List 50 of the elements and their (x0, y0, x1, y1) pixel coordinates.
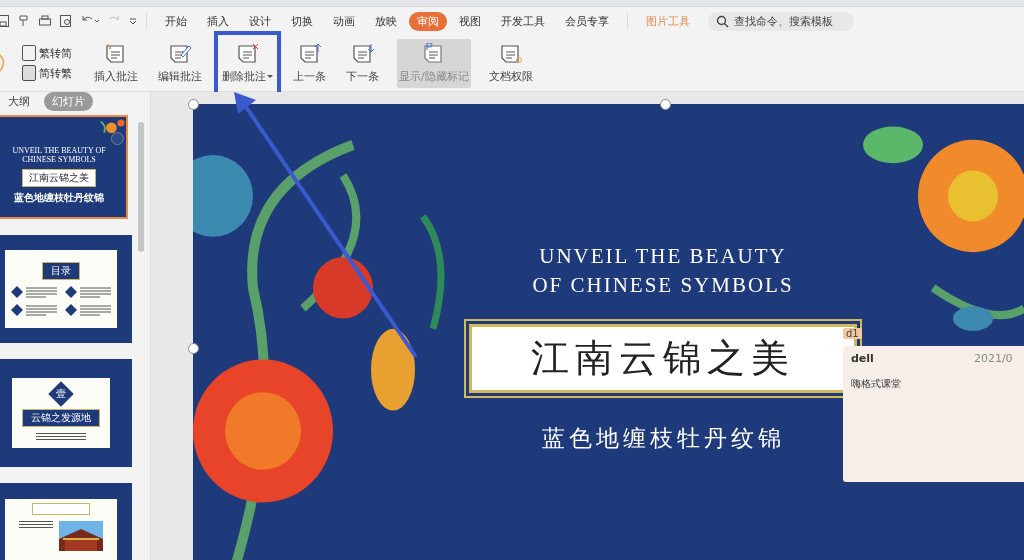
scrollbar[interactable] (138, 122, 144, 252)
menu-tab[interactable]: 视图 (451, 11, 489, 31)
resize-handle[interactable] (188, 343, 199, 354)
thumbnail-title: 云锦之发源地 (22, 409, 100, 427)
print-icon[interactable] (38, 14, 52, 28)
slide-thumbnail[interactable]: UNVEIL THE BEAUTY OF CHINESE SYMBOLS 江南云锦之美 蓝色地缠枝牡丹纹锦 (0, 115, 128, 219)
ribbon-button[interactable]: 下一条 (344, 38, 381, 88)
contents-entry-drawing (11, 304, 57, 316)
ribbon-button[interactable]: 上一条 (291, 38, 328, 88)
print-preview-icon[interactable] (59, 14, 73, 28)
slide-subtitle: 蓝色地缠枝牡丹纹锦 (541, 424, 785, 453)
ribbon-button[interactable]: 文档权限 (486, 38, 535, 88)
resize-handle[interactable] (660, 99, 671, 110)
customize-caret-icon[interactable] (128, 16, 138, 26)
comment-text: 嗨格式课堂 (851, 377, 902, 391)
menu-tab[interactable]: 插入 (199, 11, 237, 31)
comment-date: 2021/0 (973, 352, 1013, 365)
menu-tab[interactable]: 开发工具 (493, 11, 553, 31)
comment-marker[interactable]: d1 (843, 328, 862, 339)
menu-tab[interactable]: 动画 (325, 11, 363, 31)
slide-thumbnail[interactable]: 壹 云锦之发源地 (0, 359, 132, 467)
slide-heading: UNVEIL THE BEAUTY OF CHINESE SYMBOLS (532, 243, 794, 299)
menu-tab[interactable]: 设计 (241, 11, 279, 31)
save-icon[interactable] (0, 14, 10, 28)
resize-handle[interactable] (188, 99, 199, 110)
ribbon-button[interactable]: 删除批注 (220, 38, 275, 88)
menu-tab[interactable]: 放映 (367, 11, 405, 31)
ribbon-button[interactable]: 插入批注 (92, 38, 140, 88)
comment-author: dell (851, 352, 874, 365)
section-badge: 壹 (48, 381, 74, 407)
convert-button[interactable]: 繁转简 (22, 45, 72, 61)
thumbnail-heading: UNVEIL THE BEAUTY OF CHINESE SYMBOLS (11, 145, 107, 165)
search-icon (716, 14, 729, 28)
title-banner-drawing (32, 503, 90, 515)
slide-thumbnail[interactable]: 目录 (0, 235, 132, 343)
menu-tab[interactable]: 会员专享 (557, 11, 617, 31)
flower-drawing (98, 117, 126, 147)
contents-entry-drawing (65, 286, 111, 298)
contents-entry-drawing (11, 286, 57, 298)
thumbnail-title: 目录 (42, 262, 80, 280)
search-field[interactable]: 查找命令、搜索模板 (708, 11, 854, 31)
thumbnail-title: 江南云锦之美 (22, 169, 96, 187)
thumbnail-subtitle: 蓝色地缠枝牡丹纹锦 (14, 191, 104, 205)
format-painter-icon[interactable] (17, 14, 31, 28)
ribbon-button[interactable]: 编辑批注 (156, 38, 204, 88)
contents-entry-drawing (65, 304, 111, 316)
panel-tab[interactable]: 大纲 (0, 92, 38, 111)
menu-tab[interactable]: 开始 (157, 11, 195, 31)
convert-button[interactable]: 简转繁 (22, 65, 72, 81)
menu-tab[interactable]: 切换 (283, 11, 321, 31)
